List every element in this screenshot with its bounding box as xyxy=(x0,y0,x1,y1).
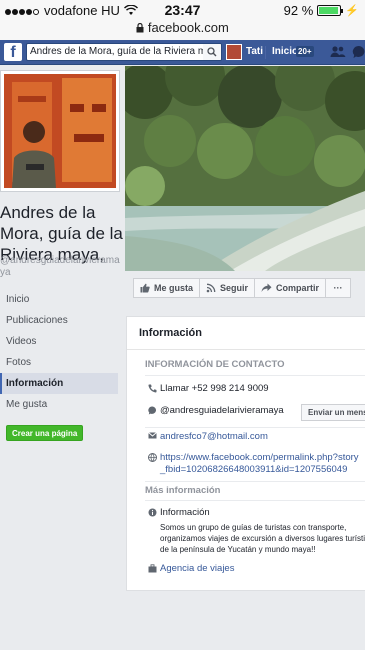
battery-icon xyxy=(317,5,344,16)
search-value: Andres de la Mora, guía de la Riviera m xyxy=(30,46,207,57)
search-button[interactable] xyxy=(203,44,221,60)
profile-photo xyxy=(4,74,116,188)
profile-image xyxy=(4,74,116,188)
like-label: Me gusta xyxy=(154,283,194,293)
create-page-button[interactable]: Crear una página xyxy=(6,425,84,441)
cover-image xyxy=(125,66,365,271)
rss-icon xyxy=(206,283,216,293)
page-actions: Me gusta Seguir Compartir ··· xyxy=(133,278,352,298)
category-link[interactable]: Agencia de viajes xyxy=(160,563,234,574)
nav-item-fotos[interactable]: Fotos xyxy=(0,352,118,373)
info-card: Información INFORMACIÓN DE CONTACTO Llam… xyxy=(126,316,365,591)
user-avatar[interactable] xyxy=(226,44,242,60)
more-button[interactable]: ··· xyxy=(325,278,352,298)
nav-item-publicaciones[interactable]: Publicaciones xyxy=(0,310,118,331)
cover-photo[interactable] xyxy=(125,66,365,271)
home-badge: 20+ xyxy=(296,46,314,57)
battery-percent: 92 % xyxy=(283,3,314,18)
phone-icon xyxy=(147,384,156,393)
messenger-icon[interactable] xyxy=(352,45,365,59)
more-info-header: Más información xyxy=(145,485,221,496)
profile-picture[interactable] xyxy=(0,70,120,192)
messenger-row[interactable]: @andresguiadelarivieramaya xyxy=(145,405,284,416)
messenger-text: @andresguiadelarivieramaya xyxy=(160,405,284,416)
messenger-small-icon xyxy=(147,406,156,415)
section-divider xyxy=(145,375,365,376)
page-username[interactable]: @andresguiadelarivieramaya xyxy=(0,255,120,279)
nav-item-me-gusta[interactable]: Me gusta xyxy=(0,394,118,415)
nav-item-inicio[interactable]: Inicio xyxy=(0,289,118,310)
about-label: Información xyxy=(160,507,210,518)
phone-row[interactable]: Llamar +52 998 214 9009 xyxy=(145,383,269,394)
contact-section-header: INFORMACIÓN DE CONTACTO xyxy=(145,359,285,370)
url-text: facebook.com xyxy=(147,20,229,35)
thumbs-up-icon xyxy=(140,283,150,293)
address-bar[interactable]: facebook.com xyxy=(0,20,365,35)
search-icon xyxy=(207,47,217,57)
share-arrow-icon xyxy=(261,283,272,292)
phone-text: Llamar +52 998 214 9009 xyxy=(160,383,269,394)
facebook-header: f Andres de la Mora, guía de la Riviera … xyxy=(0,40,365,65)
like-button[interactable]: Me gusta xyxy=(133,278,201,298)
friend-requests-icon[interactable] xyxy=(330,45,346,59)
nav-item-informacion[interactable]: Información xyxy=(0,373,118,394)
section-divider xyxy=(145,481,365,482)
envelope-icon xyxy=(147,432,157,439)
website-row[interactable]: https://www.facebook.com/permalink.php?s… xyxy=(145,452,363,476)
facebook-logo[interactable]: f xyxy=(4,43,22,61)
email-row[interactable]: andresfco7@hotmail.com xyxy=(145,431,268,442)
status-bar: vodafone HU 23:47 facebook.com 92 % ⚡ xyxy=(0,0,365,40)
follow-button[interactable]: Seguir xyxy=(199,278,256,298)
info-card-title: Información xyxy=(139,327,202,339)
page-nav: Inicio Publicaciones Videos Fotos Inform… xyxy=(0,289,118,415)
lock-icon xyxy=(136,22,144,33)
search-input[interactable]: Andres de la Mora, guía de la Riviera m xyxy=(26,43,222,61)
share-button[interactable]: Compartir xyxy=(254,278,327,298)
category-row[interactable]: Agencia de viajes xyxy=(145,563,234,574)
about-row: Información xyxy=(145,507,210,518)
nav-item-videos[interactable]: Videos xyxy=(0,331,118,352)
send-message-button[interactable]: Enviar un mensaje xyxy=(301,404,365,421)
follow-label: Seguir xyxy=(220,283,249,293)
section-divider xyxy=(145,500,365,501)
more-label: ··· xyxy=(333,283,343,293)
charging-icon: ⚡ xyxy=(345,5,359,17)
section-divider xyxy=(145,427,365,428)
card-divider xyxy=(127,349,365,350)
briefcase-icon xyxy=(148,564,156,573)
email-link[interactable]: andresfco7@hotmail.com xyxy=(160,431,268,442)
info-icon xyxy=(148,508,156,517)
home-link[interactable]: Inicio xyxy=(272,46,298,57)
about-description: Somos un grupo de guías de turistas con … xyxy=(160,523,365,554)
battery-status: 92 % ⚡ xyxy=(284,3,359,18)
share-label: Compartir xyxy=(276,283,320,293)
user-name-link[interactable]: Tati xyxy=(246,46,263,57)
website-link[interactable]: https://www.facebook.com/permalink.php?s… xyxy=(160,452,363,476)
globe-icon xyxy=(147,453,157,462)
header-divider xyxy=(265,46,266,59)
